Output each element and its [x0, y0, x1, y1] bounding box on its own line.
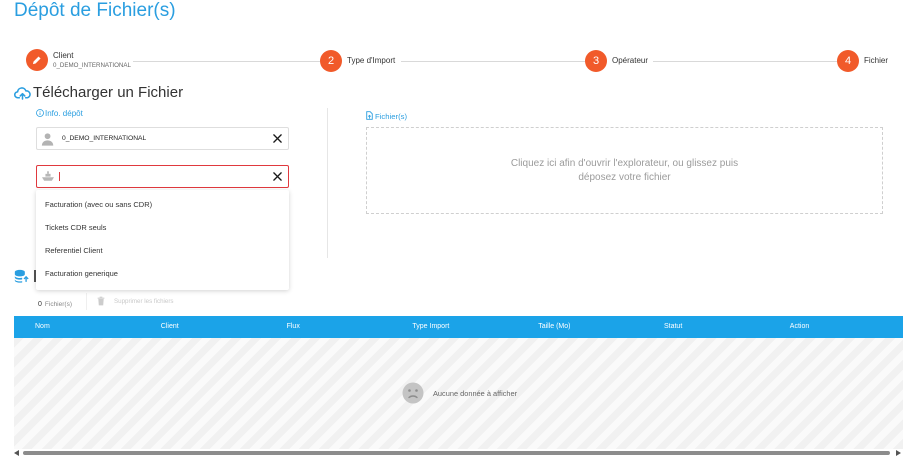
cloud-upload-icon [14, 87, 31, 100]
column-header-action[interactable]: Action [769, 316, 895, 338]
pencil-icon [32, 56, 41, 65]
close-icon [273, 172, 282, 181]
dropzone-text: Cliquez ici afin d'ouvrir l'explorateur,… [510, 157, 739, 183]
delete-files-button[interactable]: Supprimer les fichiers [97, 295, 174, 307]
files-link[interactable]: Fichier(s) [366, 111, 407, 122]
info-circle-icon [36, 109, 44, 117]
import-type-clear-button[interactable] [273, 172, 282, 181]
column-header-client[interactable]: Client [140, 316, 266, 338]
grid-header: Nom Client Flux Type Import Taille (Mo) … [14, 316, 903, 338]
step-2-circle: 2 [320, 50, 342, 72]
column-header-type-import[interactable]: Type Import [391, 316, 517, 338]
toolbar-separator [86, 293, 87, 310]
dropdown-option[interactable]: Facturation (avec ou sans CDR) [36, 193, 289, 216]
column-divider [327, 108, 328, 258]
arrow-right-icon[interactable] [896, 450, 901, 456]
delete-files-label: Supprimer les fichiers [114, 297, 174, 305]
step-connector [133, 61, 320, 62]
dropdown-option[interactable]: Referentiel Client [36, 239, 289, 262]
files-link-label: Fichier(s) [375, 112, 408, 121]
scrollbar-thumb[interactable] [23, 451, 890, 455]
text-caret [59, 172, 60, 181]
horizontal-scrollbar[interactable] [14, 449, 903, 458]
client-select[interactable]: 0_DEMO_INTERNATIONAL [36, 127, 289, 150]
step-1-sublabel: 0_DEMO_INTERNATIONAL [53, 62, 131, 69]
files-count-label: Fichier(s) [44, 301, 72, 308]
trash-icon [97, 296, 105, 306]
column-header-flux[interactable]: Flux [266, 316, 392, 338]
column-header-nom[interactable]: Nom [14, 316, 140, 338]
ship-icon [41, 170, 55, 182]
client-select-value: 0_DEMO_INTERNATIONAL [62, 135, 147, 142]
import-type-select[interactable] [36, 165, 289, 188]
column-header-statut[interactable]: Statut [643, 316, 769, 338]
step-3-circle: 3 [585, 50, 607, 72]
files-count-number: 0 [38, 301, 42, 308]
file-upload-icon [366, 111, 373, 120]
step-connector [653, 61, 837, 62]
info-depot-label: Info. dépôt [45, 109, 83, 118]
arrow-left-icon[interactable] [14, 450, 19, 456]
step-1-label: Client [53, 51, 74, 60]
database-upload-icon [14, 269, 29, 283]
column-header-taille[interactable]: Taille (Mo) [517, 316, 643, 338]
user-icon [41, 132, 55, 146]
dropdown-option[interactable]: Tickets CDR seuls [36, 216, 289, 239]
info-depot-link[interactable]: Info. dépôt [36, 109, 83, 119]
sad-face-icon [402, 382, 424, 404]
step-connector [401, 61, 585, 62]
step-4-label: Fichier [864, 56, 889, 65]
upload-section-title: Télécharger un Fichier [33, 84, 184, 101]
step-4-circle: 4 [837, 50, 859, 72]
file-upload-page: Dépôt de Fichier(s) Client 0_DEMO_INTERN… [0, 0, 907, 459]
empty-message: Aucune donnée à afficher [433, 389, 518, 398]
step-3-label: Opérateur [612, 56, 649, 65]
dropdown-option[interactable]: Facturation generique [36, 262, 289, 285]
close-icon [273, 134, 282, 143]
files-count: 0 Fichier(s) [38, 300, 72, 309]
page-title: Dépôt de Fichier(s) [14, 0, 176, 21]
file-dropzone[interactable]: Cliquez ici afin d'ouvrir l'explorateur,… [366, 127, 883, 214]
step-2-label: Type d'Import [347, 56, 396, 65]
client-clear-button[interactable] [273, 134, 282, 143]
import-type-dropdown: Facturation (avec ou sans CDR) Tickets C… [36, 190, 289, 290]
step-1-edit-button[interactable] [26, 49, 48, 71]
